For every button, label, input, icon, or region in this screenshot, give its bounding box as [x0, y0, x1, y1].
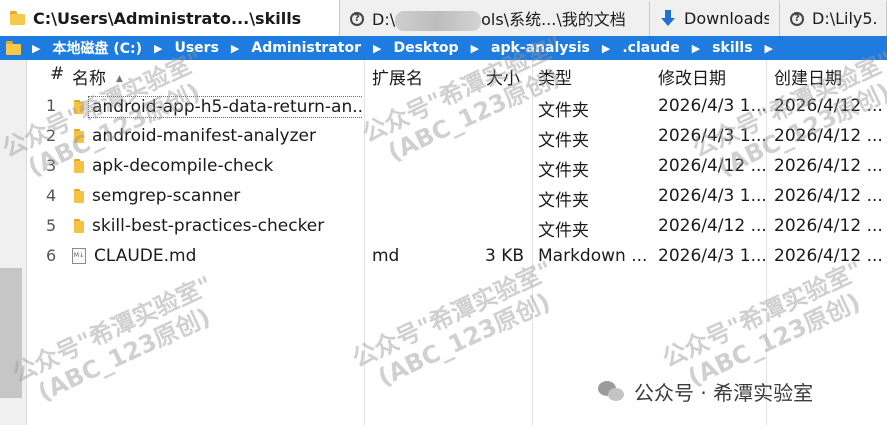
scrollbar-thumb[interactable]: [0, 268, 22, 398]
row-created: 2026/4/12 ...: [774, 216, 883, 236]
row-ext: md: [372, 246, 400, 266]
row-name: semgrep-scanner: [72, 186, 362, 206]
breadcrumb[interactable]: ▶ 本地磁盘 (C:) ▶ Users ▶ Administrator ▶ De…: [26, 36, 887, 60]
column-header-ext[interactable]: 扩展名: [372, 64, 423, 89]
tab-downloads[interactable]: Downloads: [650, 1, 780, 36]
row-modified: 2026/4/3 1...: [658, 96, 767, 116]
row-created: 2026/4/12 ...: [774, 186, 883, 206]
breadcrumb-claude[interactable]: .claude: [616, 40, 685, 56]
row-name: apk-decompile-check: [72, 156, 362, 176]
row-modified: 2026/4/12 ...: [658, 216, 767, 236]
row-number: 1: [46, 96, 57, 115]
breadcrumb-users[interactable]: Users: [168, 40, 224, 56]
tab-strip: C:\Users\Administrato...\skills ? D:\ ols…: [0, 0, 887, 37]
chevron-right-icon: ▶: [601, 41, 611, 55]
row-name: skill-best-practices-checker: [72, 216, 362, 236]
column-header-row: # 名称 ▲ 扩展名 大小 类型 修改日期 创建日期: [26, 60, 887, 90]
column-header-created[interactable]: 创建日期: [774, 64, 842, 89]
folder-icon: [72, 219, 84, 233]
row-modified: 2026/4/12 ...: [658, 156, 767, 176]
row-modified: 2026/4/3 1...: [658, 186, 767, 206]
row-name: M↓ CLAUDE.md: [72, 246, 362, 266]
folder-icon: [72, 100, 84, 114]
file-name: semgrep-scanner: [92, 186, 241, 206]
chevron-right-icon: ▶: [691, 41, 701, 55]
tab-label: Downloads: [684, 9, 769, 28]
table-row[interactable]: 3 apk-decompile-check 文件夹 2026/4/12 ... …: [26, 152, 887, 182]
table-row[interactable]: 5 skill-best-practices-checker 文件夹 2026/…: [26, 212, 887, 242]
badge-text: 公众号 · 希潭实验室: [634, 381, 814, 405]
row-number: 2: [46, 126, 57, 145]
row-number: 3: [46, 156, 57, 175]
file-name: android-manifest-analyzer: [92, 126, 316, 146]
row-modified: 2026/4/3 1...: [658, 126, 767, 146]
breadcrumb-drive[interactable]: 本地磁盘 (C:): [46, 38, 148, 58]
row-type: Markdown ...: [538, 246, 648, 266]
folder-icon: [72, 189, 84, 203]
breadcrumb-desktop[interactable]: Desktop: [387, 40, 464, 56]
tab-skills[interactable]: C:\Users\Administrato...\skills: [0, 0, 340, 36]
column-header-modified[interactable]: 修改日期: [658, 64, 726, 89]
table-row[interactable]: 2 android-manifest-analyzer 文件夹 2026/4/3…: [26, 122, 887, 152]
row-created: 2026/4/12 ...: [774, 96, 883, 116]
row-created: 2026/4/12 ...: [774, 246, 883, 266]
table-row[interactable]: 4 semgrep-scanner 文件夹 2026/4/3 1... 2026…: [26, 182, 887, 212]
folder-icon: [72, 159, 84, 173]
file-name: apk-decompile-check: [92, 156, 274, 176]
file-name: skill-best-practices-checker: [92, 216, 325, 236]
help-icon: ?: [350, 11, 364, 26]
sort-ascending-icon: ▲: [116, 74, 123, 84]
breadcrumb-administrator[interactable]: Administrator: [245, 40, 367, 56]
breadcrumb-apk-analysis[interactable]: apk-analysis: [485, 40, 596, 56]
chevron-right-icon: ▶: [470, 41, 480, 55]
row-type: 文件夹: [538, 101, 589, 121]
breadcrumb-skills[interactable]: skills: [706, 40, 758, 56]
tab-label-suffix: ols\系统...\我的文档: [481, 10, 626, 30]
row-modified: 2026/4/3 1...: [658, 246, 767, 266]
table-row[interactable]: 1 android-app-h5-data-return-an... 文件夹 2…: [26, 92, 887, 122]
tab-documents[interactable]: ? D:\ ols\系统...\我的文档: [340, 1, 650, 36]
chevron-right-icon: ▶: [230, 41, 240, 55]
chevron-right-icon: ▶: [32, 41, 41, 55]
row-name: android-manifest-analyzer: [72, 126, 362, 146]
row-type: 文件夹: [538, 161, 589, 181]
folder-icon: [72, 129, 84, 143]
folder-icon: [10, 11, 25, 25]
tab-label: C:\Users\Administrato...\skills: [33, 8, 302, 28]
row-type: 文件夹: [538, 221, 589, 241]
row-name: android-app-h5-data-return-an...: [72, 96, 362, 118]
chevron-right-icon: ▶: [373, 41, 382, 55]
column-header-type[interactable]: 类型: [538, 64, 572, 89]
address-folder[interactable]: [0, 36, 26, 60]
row-type: 文件夹: [538, 191, 589, 211]
chevron-right-icon: ▶: [154, 41, 163, 55]
left-gutter: [0, 60, 27, 425]
download-icon: [660, 9, 676, 28]
tab-label: D:\Lily5.0\: [812, 9, 876, 28]
row-number: 4: [46, 186, 57, 205]
column-header-num[interactable]: #: [50, 64, 64, 84]
column-header-name[interactable]: 名称 ▲: [72, 64, 123, 89]
row-number: 5: [46, 216, 57, 235]
markdown-file-icon: M↓: [72, 248, 86, 264]
wechat-icon: [598, 380, 626, 403]
tab-lily[interactable]: ? D:\Lily5.0\: [780, 1, 887, 36]
row-created: 2026/4/12 ...: [774, 156, 883, 176]
chevron-right-icon: ▶: [764, 41, 774, 55]
tab-label-prefix: D:\: [372, 10, 396, 30]
account-badge: 公众号 · 希潭实验室: [598, 377, 813, 406]
redacted-blur: [395, 10, 482, 31]
column-header-size[interactable]: 大小: [486, 64, 520, 89]
table-row[interactable]: 6 M↓ CLAUDE.md md 3 KB Markdown ... 2026…: [26, 242, 887, 272]
row-type: 文件夹: [538, 131, 589, 151]
file-list: # 名称 ▲ 扩展名 大小 类型 修改日期 创建日期 1 android-app-…: [26, 60, 887, 425]
row-number: 6: [46, 246, 57, 265]
file-name: CLAUDE.md: [94, 246, 197, 266]
row-size: 3 KB: [484, 246, 524, 266]
file-name: android-app-h5-data-return-an...: [88, 96, 362, 118]
folder-icon: [6, 41, 21, 55]
help-icon: ?: [790, 11, 804, 26]
row-created: 2026/4/12 ...: [774, 126, 883, 146]
